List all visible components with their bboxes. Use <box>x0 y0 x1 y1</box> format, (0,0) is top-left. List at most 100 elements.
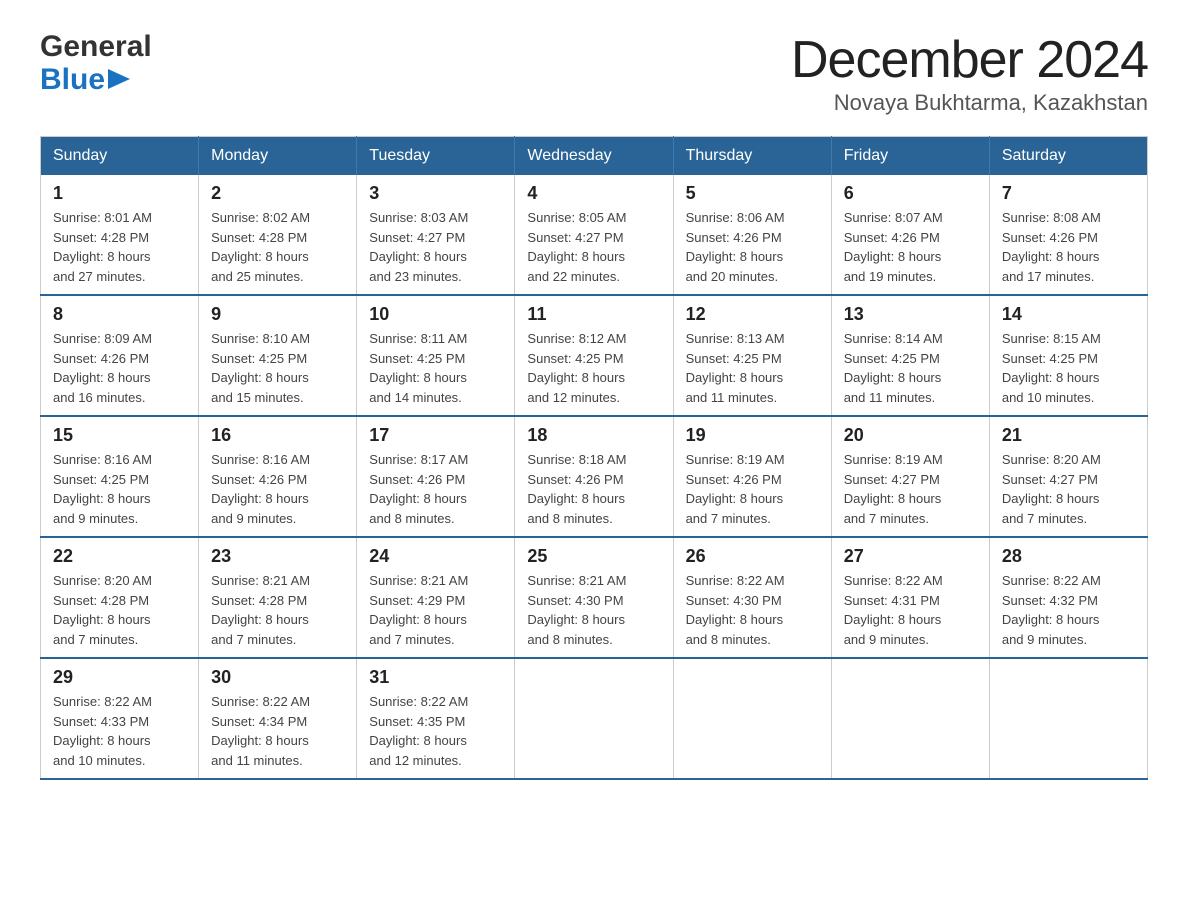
calendar-cell: 9 Sunrise: 8:10 AM Sunset: 4:25 PM Daylig… <box>199 295 357 416</box>
day-info: Sunrise: 8:22 AM Sunset: 4:32 PM Dayligh… <box>1002 571 1135 649</box>
day-number: 23 <box>211 546 344 567</box>
day-info: Sunrise: 8:03 AM Sunset: 4:27 PM Dayligh… <box>369 208 502 286</box>
day-number: 18 <box>527 425 660 446</box>
day-info: Sunrise: 8:16 AM Sunset: 4:25 PM Dayligh… <box>53 450 186 528</box>
calendar-cell: 5Sunrise: 8:06 AM Sunset: 4:26 PM Daylig… <box>673 175 831 295</box>
day-info: Sunrise: 8:16 AM Sunset: 4:26 PM Dayligh… <box>211 450 344 528</box>
day-info: Sunrise: 8:17 AM Sunset: 4:26 PM Dayligh… <box>369 450 502 528</box>
logo-line1: General <box>40 30 152 63</box>
calendar-cell <box>515 658 673 779</box>
weekday-sunday: Sunday <box>41 137 199 176</box>
calendar-table: SundayMondayTuesdayWednesdayThursdayFrid… <box>40 136 1148 780</box>
day-number: 15 <box>53 425 186 446</box>
day-number: 7 <box>1002 183 1135 204</box>
calendar-cell <box>831 658 989 779</box>
day-number: 25 <box>527 546 660 567</box>
day-number: 10 <box>369 304 502 325</box>
weekday-tuesday: Tuesday <box>357 137 515 176</box>
day-number: 16 <box>211 425 344 446</box>
calendar-cell: 30 Sunrise: 8:22 AM Sunset: 4:34 PM Dayli… <box>199 658 357 779</box>
calendar-cell: 6 Sunrise: 8:07 AM Sunset: 4:26 PM Daylig… <box>831 175 989 295</box>
calendar-cell: 10Sunrise: 8:11 AM Sunset: 4:25 PM Dayli… <box>357 295 515 416</box>
calendar-cell: 2 Sunrise: 8:02 AM Sunset: 4:28 PM Daylig… <box>199 175 357 295</box>
calendar-cell: 26 Sunrise: 8:22 AM Sunset: 4:30 PM Dayli… <box>673 537 831 658</box>
calendar-cell: 23 Sunrise: 8:21 AM Sunset: 4:28 PM Dayli… <box>199 537 357 658</box>
week-row-1: 1Sunrise: 8:01 AM Sunset: 4:28 PM Daylig… <box>41 175 1148 295</box>
day-info: Sunrise: 8:07 AM Sunset: 4:26 PM Dayligh… <box>844 208 977 286</box>
month-title: December 2024 <box>791 30 1148 90</box>
location-title: Novaya Bukhtarma, Kazakhstan <box>791 90 1148 116</box>
calendar-cell: 25Sunrise: 8:21 AM Sunset: 4:30 PM Dayli… <box>515 537 673 658</box>
day-info: Sunrise: 8:21 AM Sunset: 4:28 PM Dayligh… <box>211 571 344 649</box>
day-info: Sunrise: 8:22 AM Sunset: 4:30 PM Dayligh… <box>686 571 819 649</box>
day-number: 17 <box>369 425 502 446</box>
day-info: Sunrise: 8:02 AM Sunset: 4:28 PM Dayligh… <box>211 208 344 286</box>
calendar-cell: 20 Sunrise: 8:19 AM Sunset: 4:27 PM Dayli… <box>831 416 989 537</box>
day-number: 12 <box>686 304 819 325</box>
day-number: 3 <box>369 183 502 204</box>
calendar-cell: 16 Sunrise: 8:16 AM Sunset: 4:26 PM Dayli… <box>199 416 357 537</box>
calendar-cell: 15 Sunrise: 8:16 AM Sunset: 4:25 PM Dayli… <box>41 416 199 537</box>
day-number: 30 <box>211 667 344 688</box>
day-number: 24 <box>369 546 502 567</box>
calendar-cell: 29Sunrise: 8:22 AM Sunset: 4:33 PM Dayli… <box>41 658 199 779</box>
weekday-friday: Friday <box>831 137 989 176</box>
day-number: 6 <box>844 183 977 204</box>
logo-arrow-icon <box>108 69 130 89</box>
calendar-cell: 24Sunrise: 8:21 AM Sunset: 4:29 PM Dayli… <box>357 537 515 658</box>
day-info: Sunrise: 8:09 AM Sunset: 4:26 PM Dayligh… <box>53 329 186 407</box>
page-header: General Blue December 2024 Novaya Bukhta… <box>40 30 1148 116</box>
calendar-cell: 13 Sunrise: 8:14 AM Sunset: 4:25 PM Dayli… <box>831 295 989 416</box>
day-number: 21 <box>1002 425 1135 446</box>
week-row-4: 22 Sunrise: 8:20 AM Sunset: 4:28 PM Dayli… <box>41 537 1148 658</box>
week-row-3: 15 Sunrise: 8:16 AM Sunset: 4:25 PM Dayli… <box>41 416 1148 537</box>
calendar-cell: 31 Sunrise: 8:22 AM Sunset: 4:35 PM Dayli… <box>357 658 515 779</box>
day-number: 8 <box>53 304 186 325</box>
weekday-saturday: Saturday <box>989 137 1147 176</box>
calendar-cell: 14Sunrise: 8:15 AM Sunset: 4:25 PM Dayli… <box>989 295 1147 416</box>
day-info: Sunrise: 8:19 AM Sunset: 4:27 PM Dayligh… <box>844 450 977 528</box>
calendar-cell: 21Sunrise: 8:20 AM Sunset: 4:27 PM Dayli… <box>989 416 1147 537</box>
day-number: 4 <box>527 183 660 204</box>
day-number: 22 <box>53 546 186 567</box>
calendar-cell <box>673 658 831 779</box>
calendar-cell: 28 Sunrise: 8:22 AM Sunset: 4:32 PM Dayli… <box>989 537 1147 658</box>
day-number: 2 <box>211 183 344 204</box>
logo: General Blue <box>40 30 152 96</box>
day-info: Sunrise: 8:22 AM Sunset: 4:34 PM Dayligh… <box>211 692 344 770</box>
day-number: 31 <box>369 667 502 688</box>
calendar-cell: 4 Sunrise: 8:05 AM Sunset: 4:27 PM Daylig… <box>515 175 673 295</box>
day-info: Sunrise: 8:01 AM Sunset: 4:28 PM Dayligh… <box>53 208 186 286</box>
calendar-cell: 8 Sunrise: 8:09 AM Sunset: 4:26 PM Daylig… <box>41 295 199 416</box>
calendar-cell: 7Sunrise: 8:08 AM Sunset: 4:26 PM Daylig… <box>989 175 1147 295</box>
day-info: Sunrise: 8:22 AM Sunset: 4:31 PM Dayligh… <box>844 571 977 649</box>
day-number: 20 <box>844 425 977 446</box>
day-info: Sunrise: 8:19 AM Sunset: 4:26 PM Dayligh… <box>686 450 819 528</box>
weekday-row: SundayMondayTuesdayWednesdayThursdayFrid… <box>41 137 1148 176</box>
calendar-cell: 19 Sunrise: 8:19 AM Sunset: 4:26 PM Dayli… <box>673 416 831 537</box>
calendar-cell <box>989 658 1147 779</box>
day-number: 28 <box>1002 546 1135 567</box>
day-info: Sunrise: 8:20 AM Sunset: 4:28 PM Dayligh… <box>53 571 186 649</box>
day-info: Sunrise: 8:18 AM Sunset: 4:26 PM Dayligh… <box>527 450 660 528</box>
logo-line2: Blue <box>40 63 152 96</box>
day-info: Sunrise: 8:22 AM Sunset: 4:35 PM Dayligh… <box>369 692 502 770</box>
calendar-cell: 18 Sunrise: 8:18 AM Sunset: 4:26 PM Dayli… <box>515 416 673 537</box>
day-info: Sunrise: 8:10 AM Sunset: 4:25 PM Dayligh… <box>211 329 344 407</box>
day-info: Sunrise: 8:12 AM Sunset: 4:25 PM Dayligh… <box>527 329 660 407</box>
day-number: 19 <box>686 425 819 446</box>
day-number: 5 <box>686 183 819 204</box>
day-number: 13 <box>844 304 977 325</box>
calendar-cell: 12Sunrise: 8:13 AM Sunset: 4:25 PM Dayli… <box>673 295 831 416</box>
day-number: 26 <box>686 546 819 567</box>
day-number: 29 <box>53 667 186 688</box>
calendar-cell: 11 Sunrise: 8:12 AM Sunset: 4:25 PM Dayli… <box>515 295 673 416</box>
title-section: December 2024 Novaya Bukhtarma, Kazakhst… <box>791 30 1148 116</box>
day-number: 11 <box>527 304 660 325</box>
weekday-thursday: Thursday <box>673 137 831 176</box>
day-info: Sunrise: 8:14 AM Sunset: 4:25 PM Dayligh… <box>844 329 977 407</box>
day-number: 9 <box>211 304 344 325</box>
week-row-5: 29Sunrise: 8:22 AM Sunset: 4:33 PM Dayli… <box>41 658 1148 779</box>
calendar-cell: 27Sunrise: 8:22 AM Sunset: 4:31 PM Dayli… <box>831 537 989 658</box>
day-info: Sunrise: 8:05 AM Sunset: 4:27 PM Dayligh… <box>527 208 660 286</box>
